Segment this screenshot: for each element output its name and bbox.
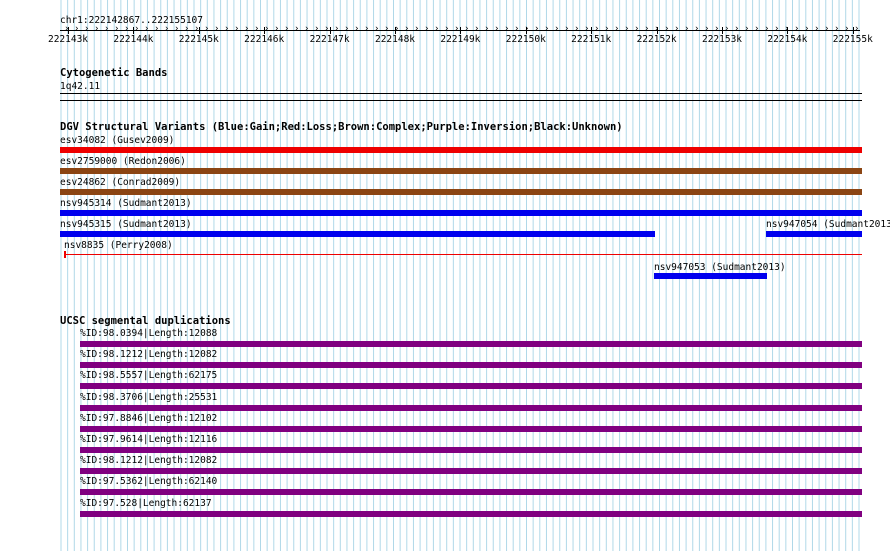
ruler-tick bbox=[525, 27, 527, 34]
segdup-feature-label[interactable]: %ID:98.3706|Length:25531 bbox=[80, 392, 217, 403]
dgv-feature-label[interactable]: nsv945314 (Sudmant2013) bbox=[60, 198, 192, 209]
ruler-tick bbox=[133, 27, 135, 34]
dgv-feature-label[interactable]: nsv8835 (Perry2008) bbox=[64, 240, 173, 251]
dgv-feature-label[interactable]: esv34082 (Gusev2009) bbox=[60, 135, 174, 146]
dgv-feature-bar[interactable] bbox=[60, 147, 862, 153]
segdup-feature-label[interactable]: %ID:97.9614|Length:12116 bbox=[80, 434, 217, 445]
ruler-tick-label: 222155k bbox=[832, 34, 873, 45]
ruler-tick-label: 222147k bbox=[309, 34, 350, 45]
ruler-tick bbox=[787, 27, 789, 34]
ruler-tick-label: 222143k bbox=[47, 34, 89, 45]
dgv-feature-label[interactable]: esv24862 (Conrad2009) bbox=[60, 177, 180, 188]
segdup-feature-bar[interactable] bbox=[80, 489, 862, 496]
ruler-tick-label: 222144k bbox=[113, 34, 154, 45]
ruler-arrow-icon: › bbox=[294, 24, 300, 34]
ruler-tick bbox=[329, 27, 331, 34]
dgv-feature-bar[interactable] bbox=[64, 254, 862, 255]
cytoband-bar-bottom bbox=[60, 100, 862, 101]
segdup-feature-bar[interactable] bbox=[80, 404, 862, 411]
cytoband-bar-top bbox=[60, 93, 862, 94]
segdup-feature-bar[interactable] bbox=[80, 383, 862, 390]
ruler-tick-label: 222149k bbox=[440, 34, 481, 45]
ruler-tick bbox=[68, 27, 69, 34]
segdup-feature-label[interactable]: %ID:98.1212|Length:12082 bbox=[80, 455, 217, 466]
ruler-tick-label: 222145k bbox=[178, 34, 219, 45]
segdup-feature-label[interactable]: %ID:97.8846|Length:12102 bbox=[80, 413, 217, 424]
segdup-feature-bar[interactable] bbox=[80, 425, 862, 432]
cytoband-label: 1q42.11 bbox=[60, 81, 101, 92]
ruler-tick bbox=[460, 27, 462, 34]
dgv-feature-bar[interactable] bbox=[766, 231, 862, 237]
segdup-feature-label[interactable]: %ID:98.1212|Length:12082 bbox=[80, 349, 217, 360]
segdup-feature-label[interactable]: %ID:98.5557|Length:62175 bbox=[80, 370, 217, 381]
segdup-feature-bar[interactable] bbox=[80, 341, 862, 347]
segdup-feature-label[interactable]: %ID:97.5362|Length:62140 bbox=[80, 476, 217, 487]
segdup-track-title: UCSC segmental duplications bbox=[60, 315, 231, 327]
ruler-tick bbox=[722, 27, 723, 34]
position-label: chr1:222142867..222155107 bbox=[60, 15, 203, 26]
ruler-tick bbox=[264, 27, 266, 34]
segdup-feature-bar[interactable] bbox=[80, 510, 862, 517]
segdup-feature-bar[interactable] bbox=[80, 468, 862, 475]
dgv-feature-bar[interactable] bbox=[60, 231, 655, 237]
dgv-feature-bar[interactable] bbox=[60, 210, 862, 216]
ruler-tick bbox=[656, 27, 658, 34]
segdup-feature-label[interactable]: %ID:97.528|Length:62137 bbox=[80, 498, 212, 509]
dgv-track-title: DGV Structural Variants (Blue:Gain;Red:L… bbox=[60, 121, 623, 133]
dgv-feature-bar[interactable] bbox=[60, 189, 862, 195]
ruler-tick-label: 222152k bbox=[636, 34, 677, 45]
cytogenetic-track-title: Cytogenetic Bands bbox=[60, 67, 168, 79]
ruler-tick-label: 222151k bbox=[571, 34, 612, 45]
segdup-feature-bar[interactable] bbox=[80, 447, 862, 453]
ruler-tick bbox=[198, 27, 200, 34]
dgv-feature-label[interactable]: nsv947054 (Sudmant2013) bbox=[766, 219, 890, 230]
ruler-tick-label: 222146k bbox=[244, 34, 285, 45]
dgv-feature-start-marker bbox=[64, 251, 66, 258]
ruler-tick bbox=[591, 27, 593, 34]
dgv-feature-bar[interactable] bbox=[654, 273, 767, 279]
ruler-tick-label: 222153k bbox=[701, 34, 743, 45]
dgv-feature-label[interactable]: esv2759000 (Redon2006) bbox=[60, 156, 186, 167]
segdup-feature-label[interactable]: %ID:98.0394|Length:12088 bbox=[80, 328, 217, 339]
ruler-tick bbox=[395, 27, 396, 34]
ruler-tick-label: 222148k bbox=[374, 34, 416, 45]
dgv-feature-label[interactable]: nsv945315 (Sudmant2013) bbox=[60, 219, 192, 230]
dgv-feature-label[interactable]: nsv947053 (Sudmant2013) bbox=[654, 262, 786, 273]
ruler-tick-label: 222150k bbox=[505, 34, 546, 45]
ruler-tick-label: 222154k bbox=[767, 34, 808, 45]
ruler-tick bbox=[852, 27, 854, 34]
segdup-feature-bar[interactable] bbox=[80, 362, 862, 369]
dgv-feature-bar[interactable] bbox=[60, 168, 862, 174]
